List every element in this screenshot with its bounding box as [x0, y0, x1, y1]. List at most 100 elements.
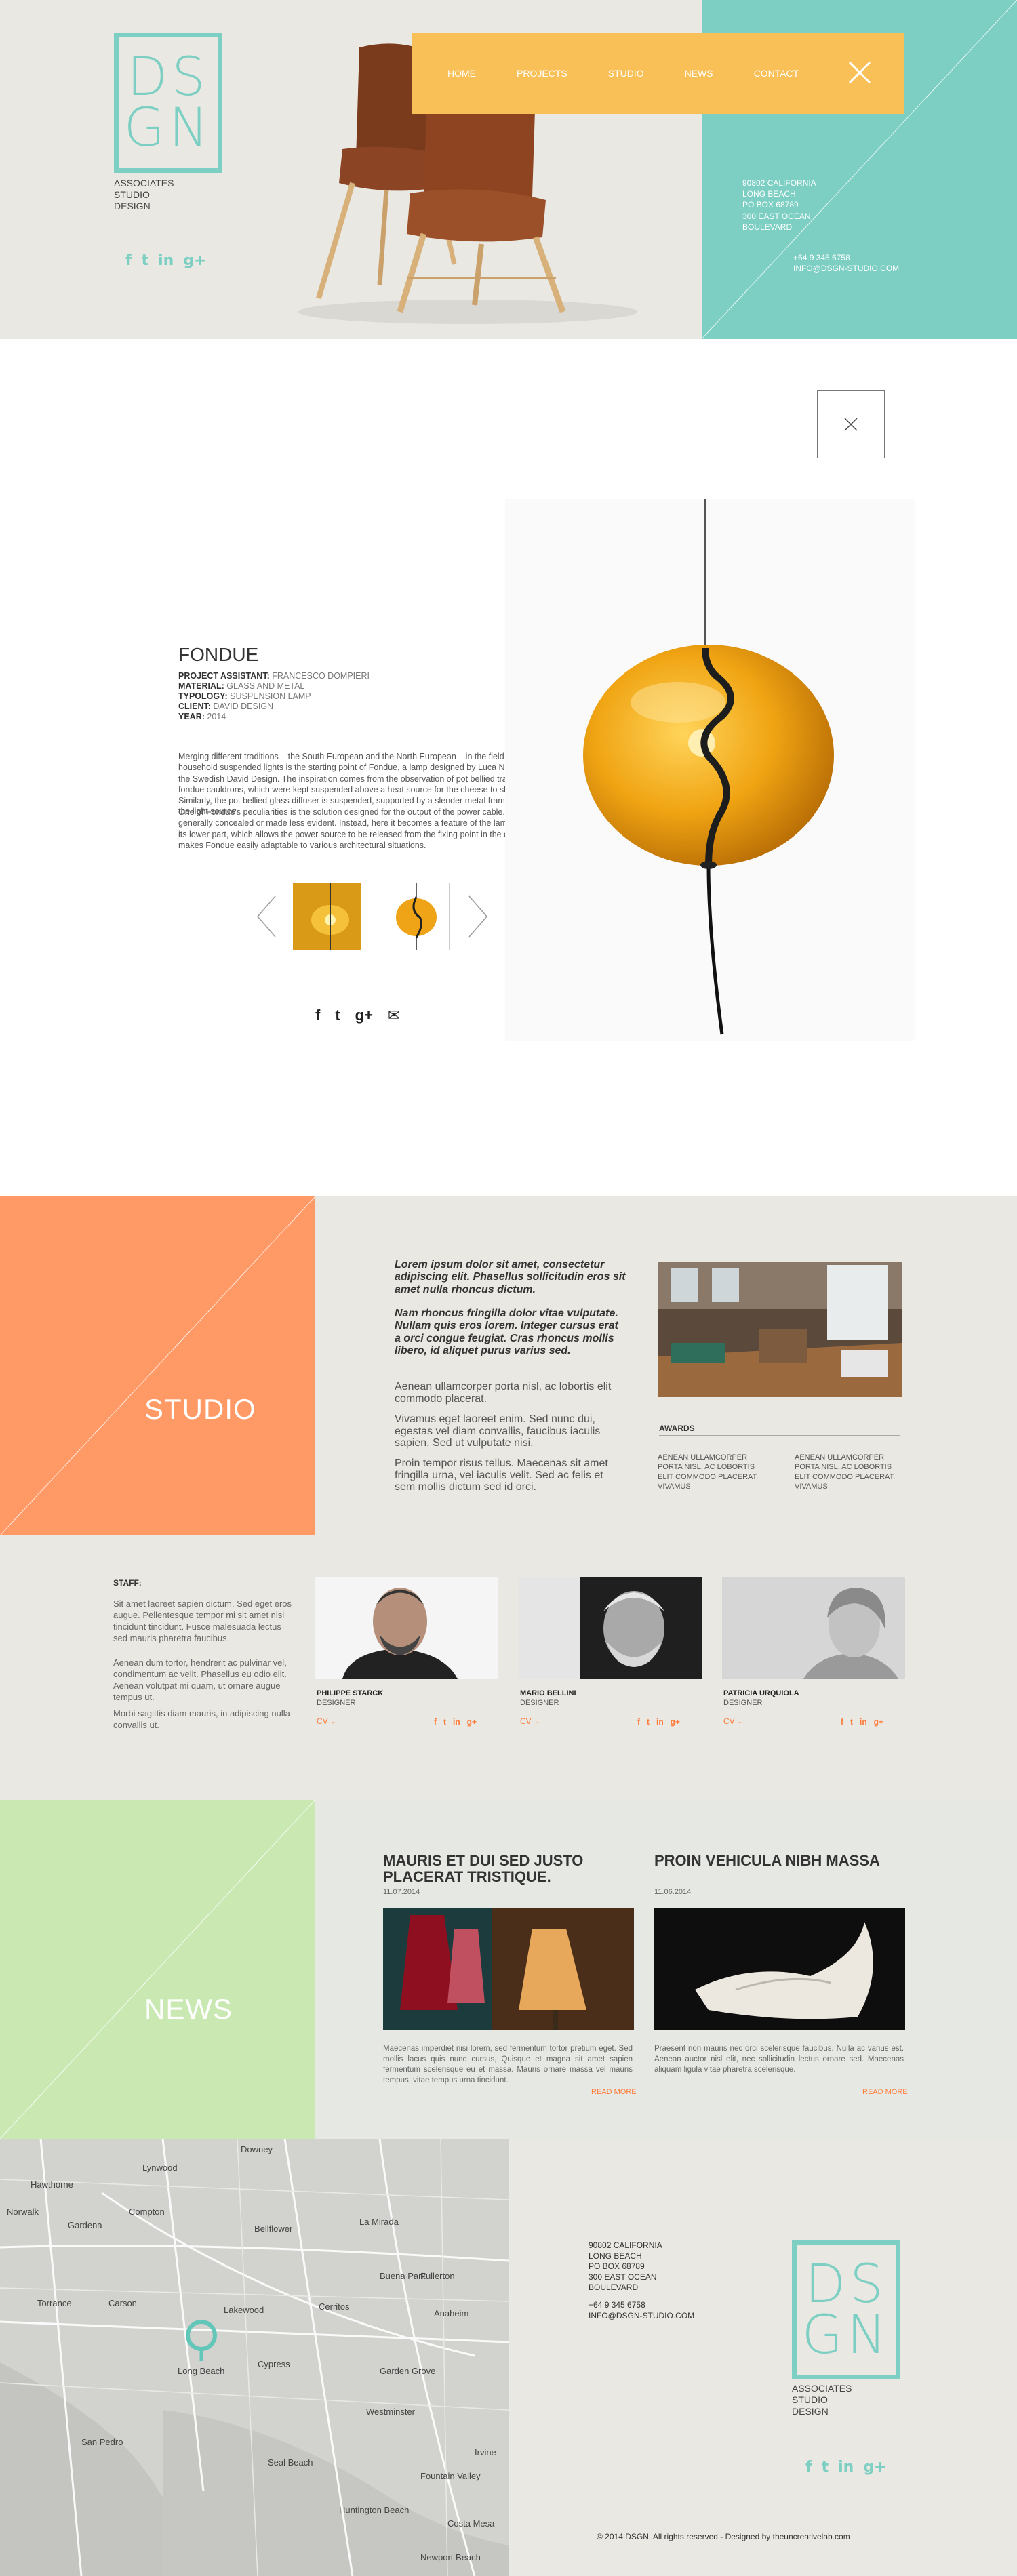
facebook-icon[interactable]: f: [315, 1007, 320, 1024]
nav-projects[interactable]: PROJECTS: [517, 68, 567, 79]
news-item-title-2[interactable]: PROIN VEHICULA NIBH MASSA: [654, 1852, 912, 1869]
gallery-prev-arrow-icon[interactable]: [256, 895, 277, 938]
nav-contact[interactable]: CONTACT: [754, 68, 799, 79]
footer-email[interactable]: INFO@DSGN-STUDIO.COM: [589, 2311, 694, 2322]
portrait-image: [519, 1577, 702, 1679]
map-label-garden-grove: Garden Grove: [380, 2366, 436, 2376]
facebook-icon[interactable]: f: [805, 2459, 812, 2476]
project-main-image: [505, 499, 915, 1041]
googleplus-icon[interactable]: g+: [355, 1007, 373, 1024]
twitter-icon[interactable]: t: [443, 1717, 446, 1727]
facebook-icon[interactable]: f: [434, 1717, 437, 1727]
map-label-norwalk: Norwalk: [7, 2207, 39, 2217]
map-roads: [0, 2139, 509, 2576]
news-item-title-1[interactable]: MAURIS ET DUI SED JUSTO PLACERAT TRISTIQ…: [383, 1852, 641, 1885]
gallery-next-arrow-icon[interactable]: [468, 895, 488, 938]
linkedin-icon[interactable]: in: [656, 1717, 664, 1727]
award-item-2: AENEAN ULLAMCORPER PORTA NISL, AC LOBORT…: [795, 1453, 896, 1491]
facebook-icon[interactable]: f: [637, 1717, 640, 1727]
map-label-la-mirada: La Mirada: [359, 2217, 399, 2227]
member-role-3: DESIGNER: [723, 1699, 763, 1707]
header-phone: +64 9 345 6758: [793, 253, 850, 262]
studio-lead-2: Nam rhoncus fringilla dolor vitae vulput…: [395, 1308, 618, 1357]
header-email[interactable]: INFO@DSGN-STUDIO.COM: [793, 263, 899, 274]
footer-logo[interactable]: DS GN: [792, 2240, 900, 2379]
linkedin-icon[interactable]: in: [158, 252, 174, 269]
news-item-body-1: Maecenas imperdiet nisi lorem, sed ferme…: [383, 2045, 633, 2085]
member-name-1: PHILIPPE STARCK: [317, 1689, 384, 1697]
member-role-1: DESIGNER: [317, 1699, 356, 1707]
map-label-cypress: Cypress: [258, 2359, 290, 2369]
news-item-date-2: 11.06.2014: [654, 1888, 692, 1896]
lamp-image: [583, 499, 834, 1035]
googleplus-icon[interactable]: g+: [183, 252, 206, 269]
linkedin-icon[interactable]: in: [453, 1717, 460, 1727]
linkedin-icon[interactable]: in: [860, 1717, 867, 1727]
footer-logo-caption: ASSOCIATES STUDIO DESIGN: [792, 2383, 852, 2417]
project-meta-client: CLIENT: DAVID DESIGN: [178, 702, 274, 711]
facebook-icon[interactable]: f: [841, 1717, 843, 1727]
map-label-buena-park: Buena Park: [380, 2271, 426, 2281]
staff-paragraph-3: Morbi sagittis diam mauris, in adipiscin…: [113, 1708, 290, 1730]
news-item-body-2: Praesent non mauris nec orci scelerisque…: [654, 2045, 904, 2074]
news-read-more-1[interactable]: READ MORE: [591, 2088, 637, 2096]
googleplus-icon[interactable]: g+: [671, 1717, 680, 1727]
diagonal-line: [0, 1800, 315, 2139]
footer: Downey Lynwood Hawthorne Norwalk Compton La M…: [0, 2139, 1017, 2576]
diagonal-line: [0, 1196, 315, 1535]
twitter-icon[interactable]: t: [142, 252, 149, 269]
email-icon[interactable]: ✉: [388, 1007, 400, 1024]
googleplus-icon[interactable]: g+: [467, 1717, 477, 1727]
news-item-image-2[interactable]: [654, 1908, 905, 2030]
nav-studio[interactable]: STUDIO: [608, 68, 644, 79]
lamp-thumb-image: [396, 883, 437, 950]
member-cv-link-1[interactable]: CV ←: [317, 1716, 338, 1726]
nav-news[interactable]: NEWS: [685, 68, 713, 79]
staff-paragraph-1: Sit amet laoreet sapien dictum. Sed eget…: [113, 1598, 292, 1643]
map-label-fountain-valley: Fountain Valley: [420, 2471, 481, 2481]
member-cv-link-2[interactable]: CV ←: [520, 1716, 542, 1726]
linkedin-icon[interactable]: in: [838, 2459, 854, 2476]
project-title: FONDUE: [178, 644, 259, 665]
news-banner: NEWS: [0, 1800, 315, 2139]
project-close-button[interactable]: [817, 390, 885, 458]
share-links: f t g+ ✉: [315, 1007, 400, 1024]
member-cv-link-3[interactable]: CV ←: [723, 1716, 745, 1726]
gallery-thumb-2[interactable]: [382, 883, 450, 950]
map-label-westminster: Westminster: [366, 2407, 415, 2417]
project-section: FONDUE PROJECT ASSISTANT: FRANCESCO DOMP…: [0, 339, 1017, 1196]
header-contact-info: +64 9 345 6758 INFO@DSGN-STUDIO.COM: [793, 252, 899, 274]
googleplus-icon[interactable]: g+: [863, 2459, 886, 2476]
header-address: 90802 CALIFORNIA LONG BEACH PO BOX 68789…: [742, 178, 816, 232]
twitter-icon[interactable]: t: [335, 1007, 340, 1024]
footer-social-links: f t in g+: [805, 2459, 887, 2476]
project-meta-year: YEAR: 2014: [178, 712, 226, 721]
gallery-thumb-1[interactable]: [293, 883, 361, 950]
facebook-icon[interactable]: f: [125, 252, 132, 269]
map-label-torrance: Torrance: [37, 2298, 72, 2308]
award-item-1: AENEAN ULLAMCORPER PORTA NISL, AC LOBORT…: [658, 1453, 759, 1491]
close-menu-icon[interactable]: [848, 61, 871, 84]
member-photo-2: [519, 1577, 702, 1679]
studio-label: STUDIO: [144, 1393, 256, 1425]
news-item-image-1[interactable]: [383, 1908, 634, 2030]
staff-title: STAFF:: [113, 1578, 142, 1588]
map-label-downey: Downey: [241, 2144, 273, 2154]
nav-home[interactable]: HOME: [447, 68, 476, 79]
member-role-2: DESIGNER: [520, 1699, 559, 1707]
header: DS GN ASSOCIATES STUDIO DESIGN f t in g+: [0, 0, 1017, 339]
twitter-icon[interactable]: t: [647, 1717, 650, 1727]
map-label-lakewood: Lakewood: [224, 2305, 264, 2315]
logo[interactable]: DS GN: [114, 33, 222, 173]
logo-caption: ASSOCIATES STUDIO DESIGN: [114, 178, 174, 212]
map-label-gardena: Gardena: [68, 2220, 102, 2230]
studio-section: STUDIO Lorem ipsum dolor sit amet, conse…: [0, 1196, 1017, 1535]
map-label-bellflower: Bellflower: [254, 2223, 293, 2234]
twitter-icon[interactable]: t: [850, 1717, 853, 1727]
googleplus-icon[interactable]: g+: [874, 1717, 883, 1727]
twitter-icon[interactable]: t: [822, 2459, 829, 2476]
location-map[interactable]: Downey Lynwood Hawthorne Norwalk Compton La M…: [0, 2139, 509, 2576]
news-read-more-2[interactable]: READ MORE: [862, 2088, 908, 2096]
project-meta-typology: TYPOLOGY: SUSPENSION LAMP: [178, 691, 311, 701]
studio-paragraph-1: Aenean ullamcorper porta nisl, ac lobort…: [395, 1381, 612, 1405]
